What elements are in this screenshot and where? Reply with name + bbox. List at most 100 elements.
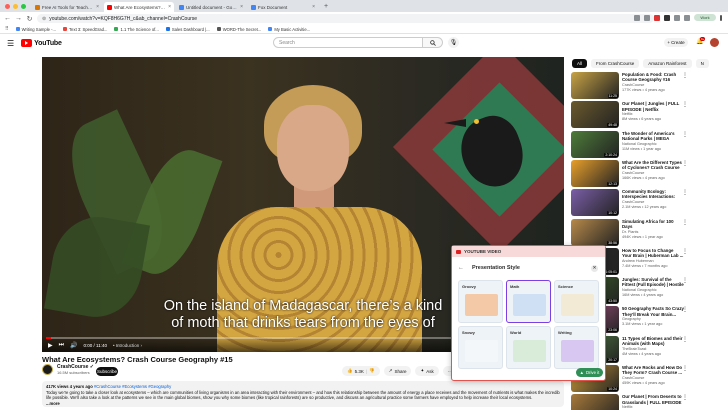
extension-icon[interactable]: [654, 14, 660, 21]
recommended-video[interactable]: 38:56 Simulating Africa for 100 Days Dr. P…: [571, 218, 691, 247]
recommended-title[interactable]: Simulating Africa for 100 Days: [622, 219, 684, 229]
recommended-title[interactable]: Our Planet | Jungles | FULL EPISODE | Ne…: [622, 101, 684, 111]
recommended-title[interactable]: Population & Food: Crash Course Geograph…: [622, 72, 684, 82]
recommended-channel[interactable]: Netflix: [622, 405, 633, 409]
thumbs-down-icon[interactable]: 👎: [369, 368, 375, 374]
tab-close-icon[interactable]: ×: [312, 4, 315, 10]
recommended-channel[interactable]: Netflix: [622, 112, 633, 116]
video-thumbnail[interactable]: 48:47: [571, 394, 619, 410]
minimize-window-icon[interactable]: [13, 4, 18, 9]
play-icon[interactable]: ▶: [48, 342, 53, 349]
recommended-channel[interactable]: CrashCourse: [622, 376, 644, 380]
extension-icon[interactable]: [664, 14, 670, 21]
back-icon[interactable]: ←: [4, 15, 11, 22]
account-avatar[interactable]: [710, 38, 719, 47]
new-tab-icon[interactable]: +: [320, 3, 332, 12]
recommended-title[interactable]: 11 Types of Biomes and their Animals (wi…: [622, 336, 684, 346]
recommended-channel[interactable]: CrashCourse: [622, 171, 644, 175]
filter-chip[interactable]: From CrashCourse: [591, 59, 640, 68]
video-thumbnail[interactable]: 11:25: [571, 72, 619, 99]
recommended-video[interactable]: 48:47Our Planet | From Deserts to Grassl…: [571, 394, 691, 410]
hashtags[interactable]: #CrashCourse #Ecosystems #Geography: [94, 384, 171, 389]
reload-icon[interactable]: ↻: [26, 15, 33, 23]
recommended-channel[interactable]: Andrew Huberman: [622, 259, 654, 263]
extension-icon[interactable]: [634, 14, 640, 21]
volume-icon[interactable]: 🔊: [70, 342, 77, 349]
forward-icon[interactable]: →: [15, 15, 22, 22]
tab-close-icon[interactable]: ×: [96, 4, 99, 10]
style-option-writing[interactable]: Writing: [554, 326, 599, 369]
hamburger-menu-icon[interactable]: ☰: [7, 39, 14, 48]
more-vertical-icon[interactable]: ⋮: [682, 219, 688, 226]
style-option-snowy[interactable]: Snowy: [458, 326, 503, 369]
site-info-icon[interactable]: ⊚: [42, 16, 46, 22]
bookmark-item[interactable]: 1.1 The Science of...: [114, 27, 159, 32]
recommended-channel[interactable]: Dr. Plants: [622, 230, 638, 234]
video-thumbnail[interactable]: 12:13: [571, 159, 619, 187]
share-button[interactable]: ↗ Share: [383, 366, 412, 376]
extension-icon[interactable]: [684, 14, 690, 21]
more-vertical-icon[interactable]: ⋮: [682, 336, 688, 343]
close-window-icon[interactable]: [5, 4, 10, 9]
filter-chip[interactable]: All: [572, 59, 588, 68]
bookmark-item[interactable]: WORD-The Secret...: [216, 27, 261, 32]
search-button[interactable]: [423, 37, 443, 48]
description-box[interactable]: 417K views 4 years ago #CrashCourse #Eco…: [42, 381, 564, 407]
recommended-title[interactable]: How to Focus to Change Your Brain | Hube…: [622, 248, 684, 258]
more-vertical-icon[interactable]: ⋮: [682, 248, 688, 255]
recommended-channel[interactable]: Geography: [622, 317, 641, 321]
show-more-link[interactable]: ...more: [46, 401, 560, 407]
more-vertical-icon[interactable]: ⋮: [682, 394, 688, 401]
voice-search-icon[interactable]: 🎙: [448, 37, 459, 48]
recommended-channel[interactable]: CrashCourse: [622, 83, 644, 87]
more-vertical-icon[interactable]: ⋮: [682, 306, 688, 313]
next-icon[interactable]: ⏭: [59, 342, 64, 349]
recommended-video[interactable]: 2:10:24 The Wonder of America's National …: [571, 130, 691, 159]
recommended-title[interactable]: 50 Geography Facts So Crazy They'll Brea…: [622, 306, 684, 316]
video-thumbnail[interactable]: 2:10:24: [571, 130, 619, 158]
recommended-video[interactable]: 49:48 Our Planet | Jungles | FULL EPISODE…: [571, 101, 691, 129]
video-thumbnail[interactable]: 38:56: [571, 218, 619, 246]
tab-close-icon[interactable]: ×: [168, 4, 171, 10]
style-option-math[interactable]: Math: [506, 280, 551, 323]
recommended-video[interactable]: 11:25 Population & Food: Crash Course Geo…: [571, 72, 691, 100]
recommended-title[interactable]: The Wonder of America's National Parks |…: [622, 131, 684, 141]
browser-tab[interactable]: Untitled document - Google ×: [176, 2, 246, 12]
bookmark-item[interactable]: My Basic Activitie...: [268, 27, 310, 32]
create-button[interactable]: + Create: [664, 38, 688, 47]
more-vertical-icon[interactable]: ⋮: [682, 101, 688, 108]
style-option-groovy[interactable]: Groovy: [458, 280, 503, 323]
extension-icon[interactable]: [644, 14, 650, 21]
chapter-label[interactable]: • Introduction ›: [113, 343, 142, 348]
recommended-video[interactable]: 12:13 What Are the Different Types of Cyc…: [571, 159, 691, 188]
browser-tab[interactable]: What Are Ecosystems? Cr ×: [104, 2, 174, 12]
bookmark-item[interactable]: Writing Sample -...: [15, 27, 56, 32]
url-field[interactable]: ⊚ youtube.com/watch?v=KQF8H6G7H_c&ab_cha…: [37, 14, 654, 23]
back-arrow-icon[interactable]: ←: [458, 265, 464, 271]
youtube-logo[interactable]: YouTube: [21, 39, 62, 47]
recommended-title[interactable]: Jungles: Survival of the Fittest (Full E…: [622, 277, 684, 287]
style-option-world[interactable]: World: [506, 326, 551, 369]
tab-close-icon[interactable]: ×: [240, 4, 243, 10]
recommended-channel[interactable]: National Geographic: [622, 288, 657, 292]
profile-work-button[interactable]: Work: [694, 14, 716, 21]
channel-avatar[interactable]: [42, 364, 53, 375]
drive-it-button[interactable]: ▲ Drive it: [576, 368, 603, 377]
close-icon[interactable]: ✕: [591, 264, 598, 272]
bookmark-item[interactable]: Text 3: SpeedGrad...: [63, 27, 107, 32]
more-vertical-icon[interactable]: ⋮: [682, 189, 688, 196]
recommended-channel[interactable]: CrashCourse: [622, 200, 644, 204]
video-thumbnail[interactable]: 49:48: [571, 101, 619, 129]
recommended-channel[interactable]: National Geographic: [622, 142, 657, 146]
apps-icon[interactable]: ⠿: [5, 26, 9, 32]
more-vertical-icon[interactable]: ⋮: [682, 277, 688, 284]
more-vertical-icon[interactable]: ⋮: [682, 72, 688, 79]
more-vertical-icon[interactable]: ⋮: [682, 131, 688, 138]
bookmark-item[interactable]: Sales Dashboard |...: [165, 27, 210, 32]
ask-button[interactable]: ✦ Ask: [415, 366, 439, 376]
recommended-title[interactable]: Our Planet | From Deserts to Grasslands …: [622, 394, 684, 404]
video-thumbnail[interactable]: 10:12: [571, 189, 619, 217]
browser-tab[interactable]: Free AI Tools for Teachers an×: [32, 2, 102, 12]
more-vertical-icon[interactable]: ⋮: [682, 365, 688, 372]
recommended-video[interactable]: 10:12 Community Ecology: Interspecies Int…: [571, 189, 691, 217]
